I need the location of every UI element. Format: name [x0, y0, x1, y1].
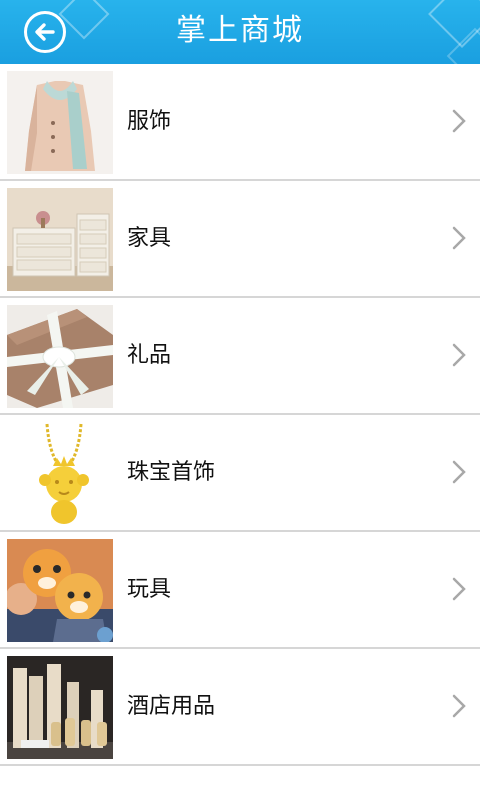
- chevron-right-icon: [452, 460, 466, 484]
- category-label: 服饰: [127, 109, 172, 134]
- chevron-right-icon: [452, 694, 466, 718]
- category-label: 礼品: [127, 343, 172, 368]
- category-thumbnail: [7, 71, 113, 174]
- page-title: 掌上商城: [176, 13, 304, 48]
- category-label: 珠宝首饰: [127, 460, 216, 485]
- gift-image: [7, 305, 113, 408]
- category-thumbnail: [7, 539, 113, 642]
- category-thumbnail: [7, 305, 113, 408]
- category-list: 服饰 家具 礼品 珠宝首饰 玩具 酒店用品: [0, 64, 480, 766]
- coat-image: [7, 71, 113, 174]
- category-label: 酒店用品: [127, 694, 216, 719]
- category-item-hotel-supplies[interactable]: 酒店用品: [0, 649, 480, 766]
- chevron-right-icon: [452, 109, 466, 133]
- category-item-gifts[interactable]: 礼品: [0, 298, 480, 415]
- category-label: 家具: [127, 226, 172, 251]
- category-thumbnail: [7, 656, 113, 759]
- category-item-apparel[interactable]: 服饰: [0, 64, 480, 181]
- dresser-image: [7, 188, 113, 291]
- category-item-toys[interactable]: 玩具: [0, 532, 480, 649]
- toiletries-image: [7, 656, 113, 759]
- category-thumbnail: [7, 188, 113, 291]
- pendant-image: [7, 422, 113, 525]
- category-label: 玩具: [127, 577, 172, 602]
- toys-image: [7, 539, 113, 642]
- chevron-right-icon: [452, 226, 466, 250]
- app-header: 掌上商城: [0, 0, 480, 64]
- category-thumbnail: [7, 422, 113, 525]
- category-item-jewelry[interactable]: 珠宝首饰: [0, 415, 480, 532]
- category-item-furniture[interactable]: 家具: [0, 181, 480, 298]
- chevron-right-icon: [452, 343, 466, 367]
- back-button[interactable]: [24, 11, 66, 53]
- back-arrow-icon: [35, 23, 55, 41]
- chevron-right-icon: [452, 577, 466, 601]
